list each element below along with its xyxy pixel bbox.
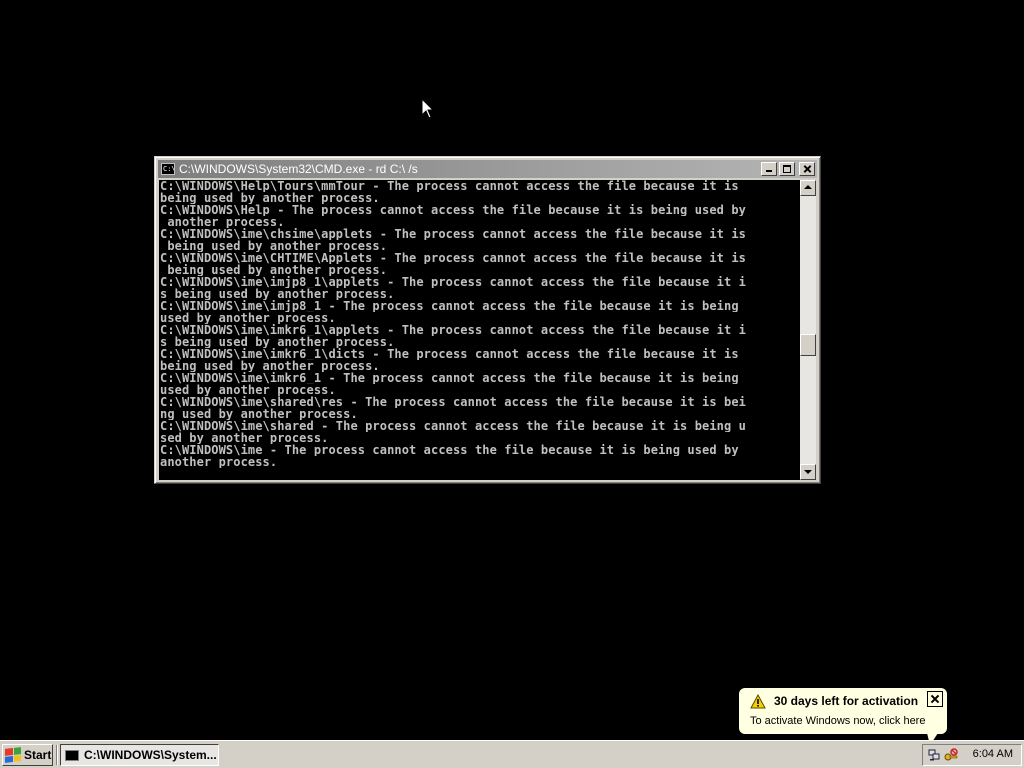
console-line: C:\WINDOWS\ime\imjp8_1 - The process can… bbox=[160, 300, 739, 312]
console-line: C:\WINDOWS\ime\imkr6_1\applets - The pro… bbox=[160, 324, 746, 336]
desktop[interactable]: C:\ C:\WINDOWS\System32\CMD.exe - rd C:\… bbox=[0, 0, 1024, 748]
console-line: another process. bbox=[160, 216, 285, 228]
window-title: C:\WINDOWS\System32\CMD.exe - rd C:\ /s bbox=[179, 162, 418, 176]
warning-icon bbox=[750, 694, 766, 709]
clock[interactable]: 6:04 AM bbox=[973, 748, 1013, 760]
balloon-activate-link[interactable]: To activate Windows now, click here bbox=[750, 715, 925, 727]
console-line: C:\WINDOWS\ime\imjp8_1\applets - The pro… bbox=[160, 276, 746, 288]
console-line: C:\WINDOWS\ime\CHTIME\Applets - The proc… bbox=[160, 252, 746, 264]
balloon-title: 30 days left for activation bbox=[774, 694, 919, 708]
vertical-scrollbar[interactable] bbox=[800, 180, 816, 480]
console-line: C:\WINDOWS\ime\shared - The process cann… bbox=[160, 420, 746, 432]
console-line: C:\WINDOWS\Help\Tours\mmTour - The proce… bbox=[160, 180, 739, 192]
console-output[interactable]: C:\WINDOWS\Help\Tours\mmTour - The proce… bbox=[159, 180, 800, 480]
console-line: s being used by another process. bbox=[160, 336, 395, 348]
minimize-button[interactable] bbox=[761, 162, 777, 176]
console-line: C:\WINDOWS\ime\imkr6_1\dicts - The proce… bbox=[160, 348, 739, 360]
windows-logo-icon bbox=[5, 747, 21, 763]
console-line: C:\WINDOWS\ime\chsime\applets - The proc… bbox=[160, 228, 746, 240]
console-line: used by another process. bbox=[160, 312, 336, 324]
taskbar: Start C:\WINDOWS\System... 6:04 AM bbox=[0, 740, 1024, 768]
taskbar-button-label: C:\WINDOWS\System... bbox=[84, 748, 217, 762]
scroll-thumb[interactable] bbox=[800, 334, 816, 356]
taskbar-button-cmd[interactable]: C:\WINDOWS\System... bbox=[60, 744, 219, 766]
system-tray: 6:04 AM bbox=[922, 744, 1022, 766]
console-lines: C:\WINDOWS\Help\Tours\mmTour - The proce… bbox=[159, 180, 800, 480]
console-line: C:\WINDOWS\ime\imkr6_1 - The process can… bbox=[160, 372, 739, 384]
console-app-icon bbox=[65, 749, 79, 761]
console-line: C:\WINDOWS\Help - The process cannot acc… bbox=[160, 204, 746, 216]
window-controls bbox=[759, 162, 815, 176]
taskbar-separator bbox=[56, 745, 58, 765]
activation-key-icon[interactable] bbox=[944, 748, 958, 762]
console-line: being used by another process. bbox=[160, 240, 388, 252]
console-app-icon[interactable]: C:\ bbox=[161, 163, 175, 175]
console-line: being used by another process. bbox=[160, 360, 380, 372]
console-line: sed by another process. bbox=[160, 432, 329, 444]
console-line: C:\WINDOWS\ime - The process cannot acce… bbox=[160, 444, 739, 456]
start-label: Start bbox=[24, 748, 52, 762]
console-line: C:\WINDOWS\ime\shared\res - The process … bbox=[160, 396, 746, 408]
window-titlebar[interactable]: C:\ C:\WINDOWS\System32\CMD.exe - rd C:\… bbox=[158, 160, 817, 178]
start-button[interactable]: Start bbox=[2, 744, 53, 766]
console-line: used by another process. bbox=[160, 384, 336, 396]
mouse-cursor-icon bbox=[421, 98, 435, 119]
console-line: another process. bbox=[160, 456, 278, 468]
maximize-button[interactable] bbox=[779, 162, 795, 176]
console-line: being used by another process. bbox=[160, 264, 388, 276]
balloon-close-button[interactable] bbox=[927, 691, 943, 707]
console-window[interactable]: C:\ C:\WINDOWS\System32\CMD.exe - rd C:\… bbox=[154, 156, 821, 484]
console-line: being used by another process. bbox=[160, 192, 380, 204]
activation-balloon[interactable]: 30 days left for activation To activate … bbox=[738, 687, 948, 735]
console-line: ng used by another process. bbox=[160, 408, 358, 420]
network-icon[interactable] bbox=[927, 748, 941, 762]
console-line: s being used by another process. bbox=[160, 288, 395, 300]
scroll-down-button[interactable] bbox=[800, 464, 816, 480]
scroll-up-button[interactable] bbox=[800, 180, 816, 196]
close-button[interactable] bbox=[799, 162, 815, 176]
